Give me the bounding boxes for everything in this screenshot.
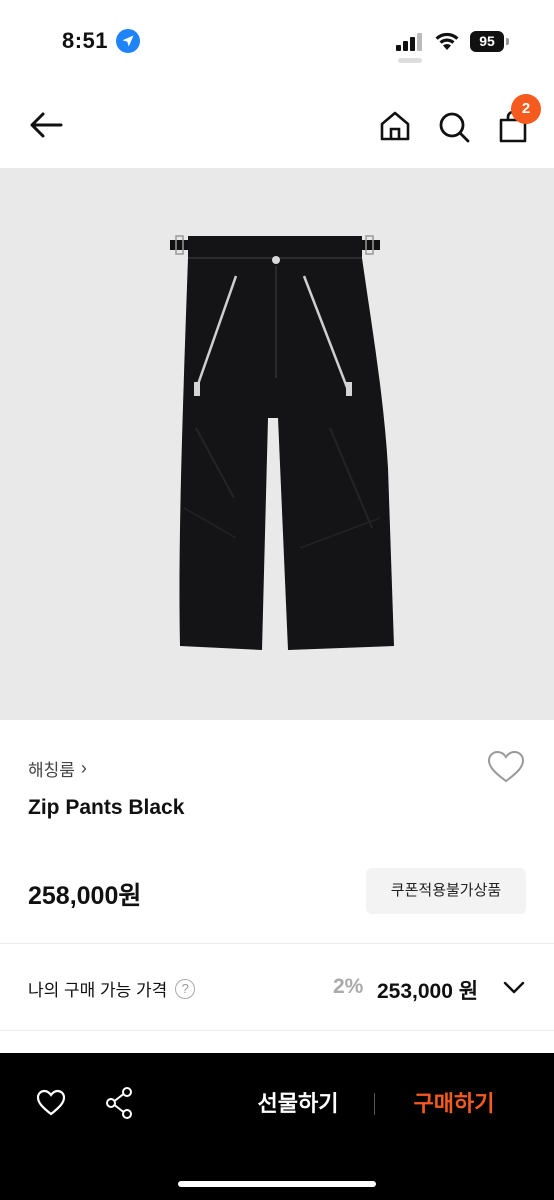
status-bar: 8:51 95 [0, 0, 554, 84]
divider [374, 1093, 375, 1115]
divider [0, 1030, 554, 1031]
heart-outline-icon[interactable] [487, 750, 525, 784]
bottom-action-bar: 선물하기 구매하기 [0, 1053, 554, 1200]
wifi-icon [435, 32, 459, 50]
my-price-label: 나의 구매 가능 가격 ? [28, 976, 196, 1001]
home-icon[interactable] [378, 110, 412, 142]
wishlist-heart-icon[interactable] [36, 1089, 66, 1117]
search-icon[interactable] [437, 110, 471, 144]
battery-tip [506, 38, 509, 45]
product-title: Zip Pants Black [28, 796, 185, 819]
status-time: 8:51 [62, 28, 109, 53]
home-indicator [178, 1181, 376, 1187]
my-price-label-text: 나의 구매 가능 가격 [28, 981, 168, 1000]
share-icon[interactable] [104, 1086, 134, 1120]
product-price: 258,000원 [28, 882, 142, 910]
battery-level: 95 [470, 31, 504, 52]
coupon-unavailable-badge: 쿠폰적용불가상품 [366, 868, 526, 914]
my-price-value: 253,000 원 [377, 980, 479, 1003]
back-arrow-icon[interactable] [28, 110, 64, 140]
drag-hint-icon [398, 58, 422, 63]
brand-name: 해칭룸 [28, 761, 75, 780]
help-circle-icon[interactable]: ? [175, 978, 196, 999]
chevron-right-icon: › [80, 758, 87, 778]
battery-icon: 95 [470, 31, 510, 52]
divider [0, 943, 554, 944]
signal-icon [396, 33, 422, 51]
chevron-down-icon[interactable] [503, 978, 525, 996]
gift-button[interactable]: 선물하기 [240, 1087, 356, 1121]
product-image[interactable] [0, 168, 554, 720]
discount-rate: 2% [333, 975, 364, 998]
pants-illustration [170, 235, 394, 650]
buy-button[interactable]: 구매하기 [396, 1087, 512, 1121]
location-arrow-icon [116, 29, 140, 53]
cart-count-badge: 2 [511, 94, 541, 124]
brand-link[interactable]: 해칭룸 › [28, 756, 87, 781]
top-navigation [0, 84, 554, 168]
